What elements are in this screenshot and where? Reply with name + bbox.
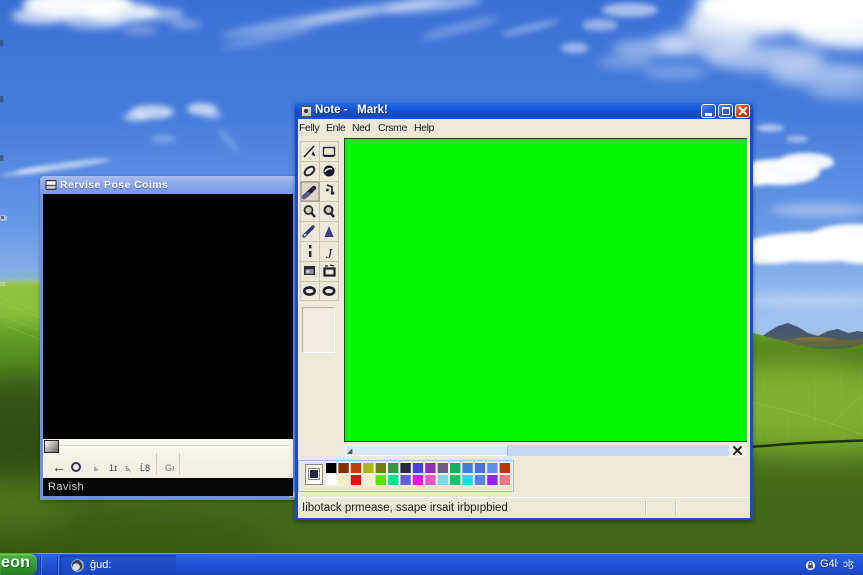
svg-text:os: os bbox=[0, 281, 6, 288]
svg-text:J: J bbox=[326, 247, 333, 262]
